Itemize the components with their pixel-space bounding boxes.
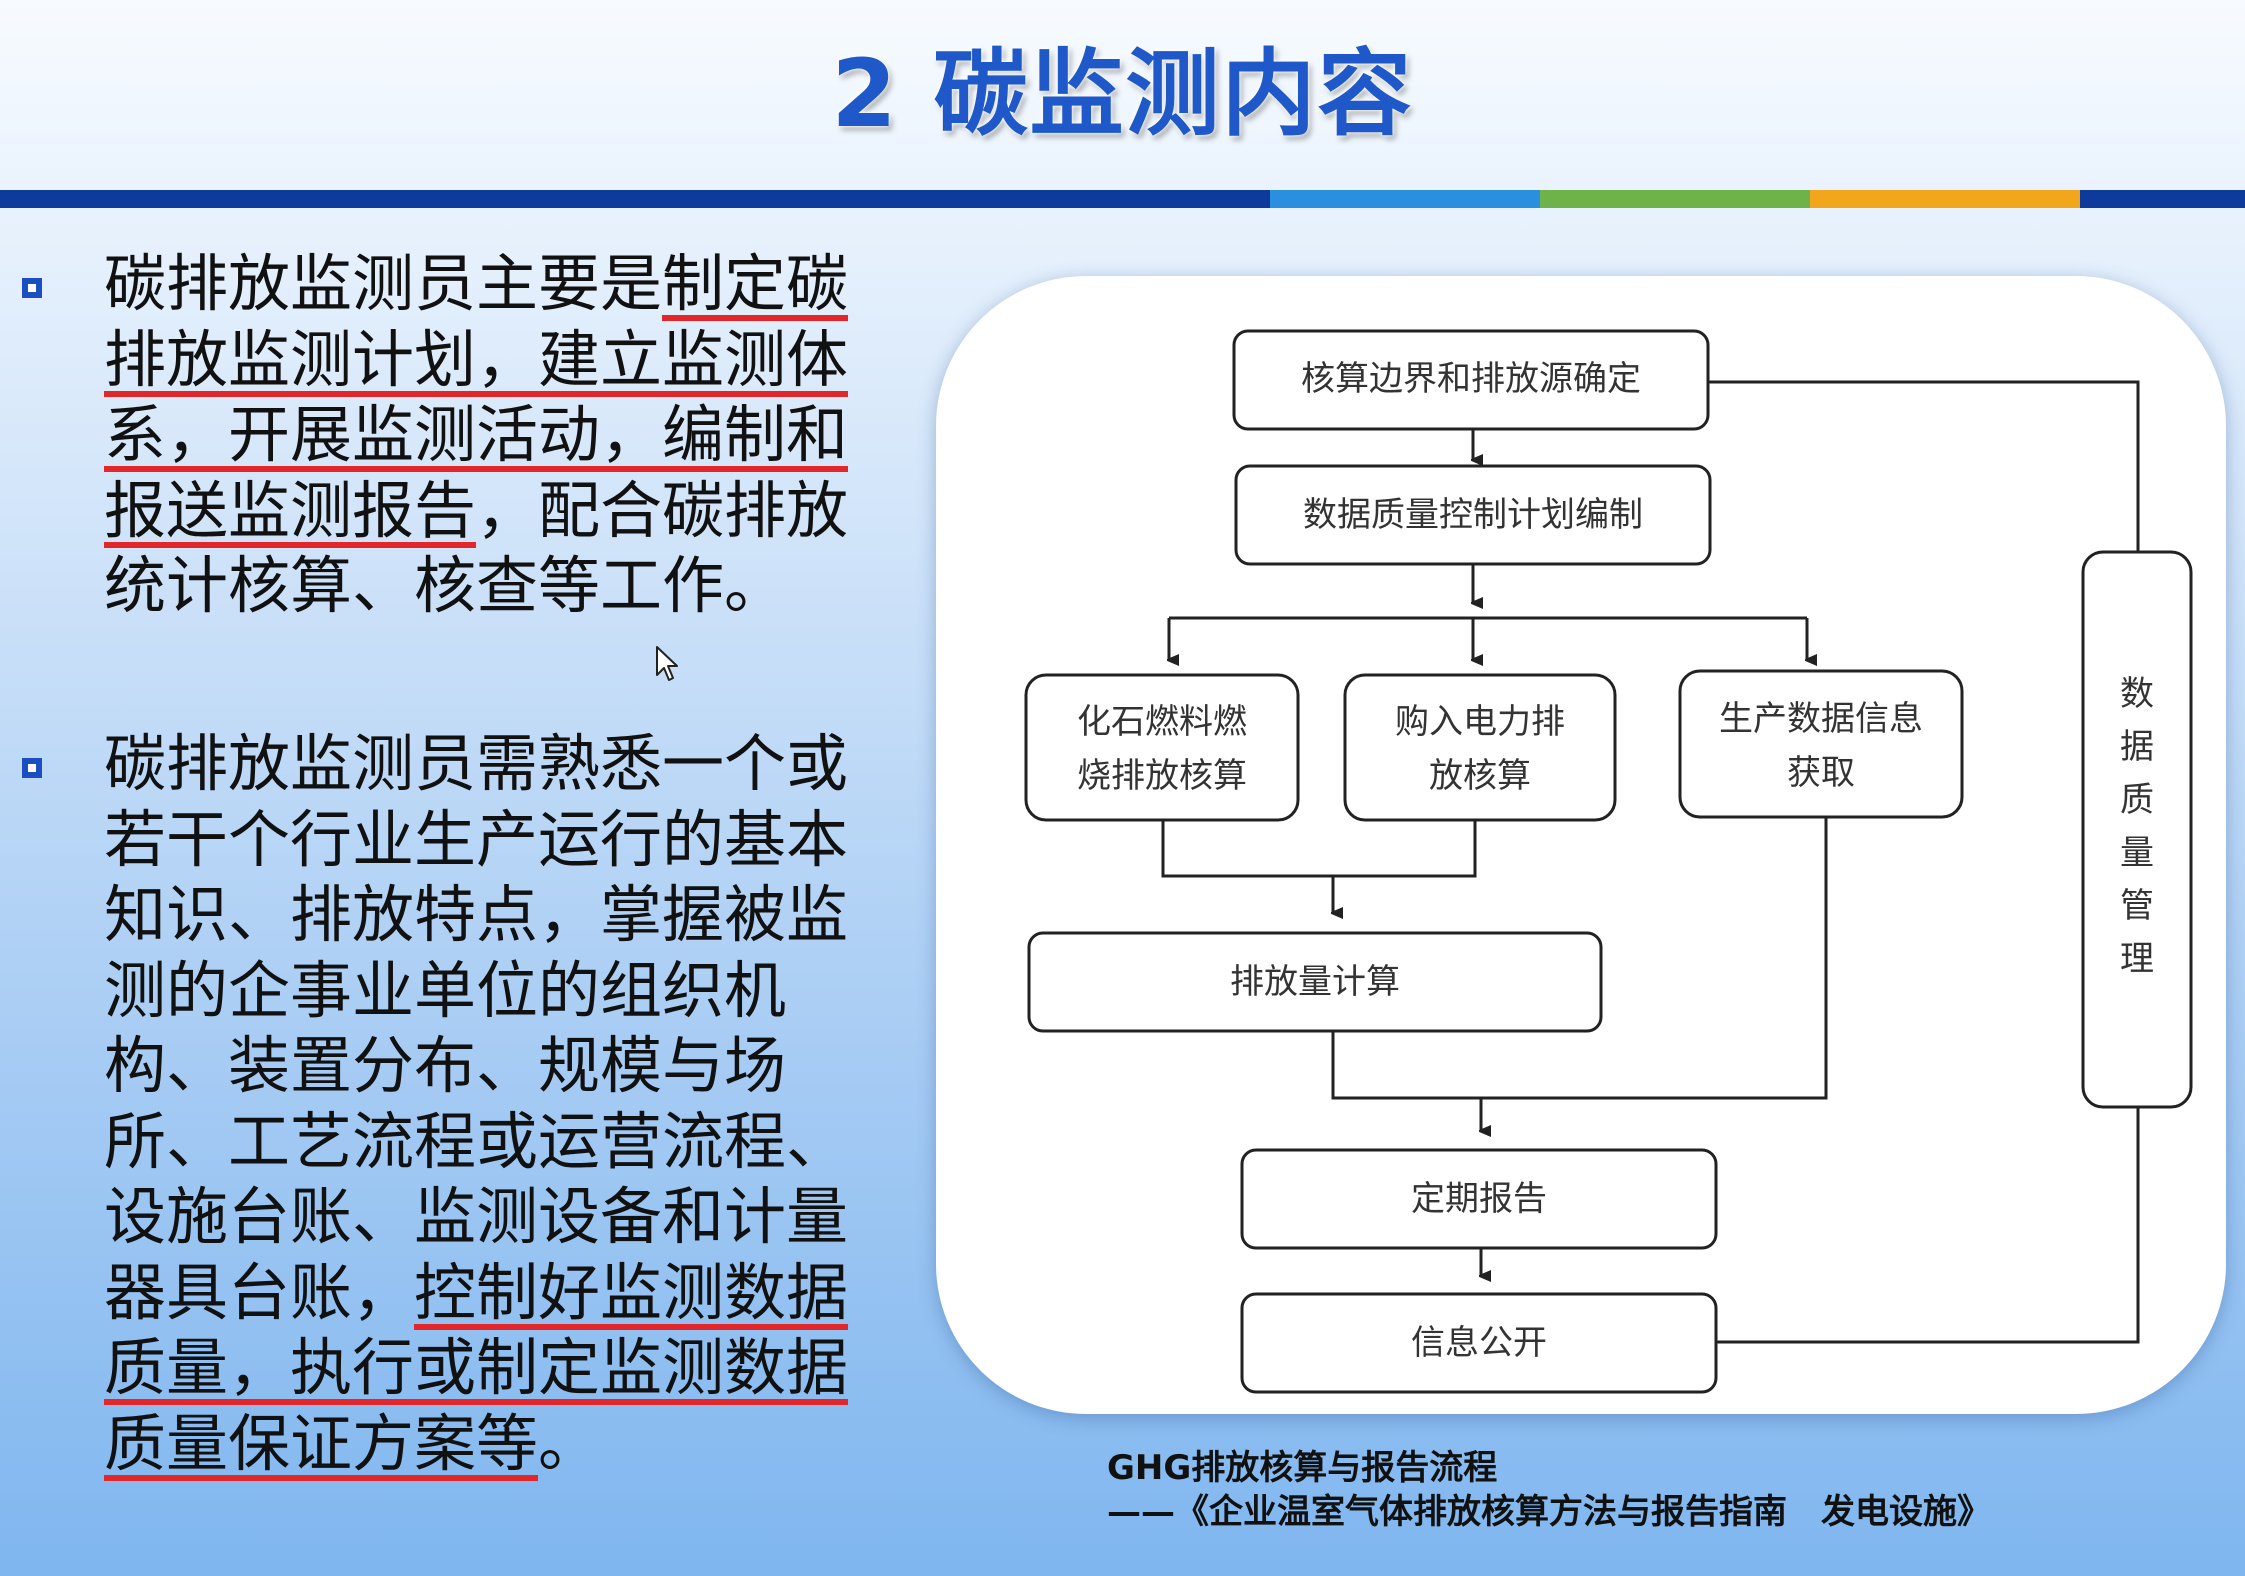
box-fossil: [1024, 673, 1300, 822]
label-quality-2: 据: [2120, 727, 2154, 767]
bullet-1-text: 碳排放监测员主要是制定碳排放监测计划，建立监测体系，开展监测活动，编制和报送监测…: [104, 246, 864, 624]
accent-stripe-segment: [2080, 190, 2245, 208]
accent-stripe-segment: [1270, 190, 1540, 208]
label-plan: 数据质量控制计划编制: [1303, 495, 1643, 535]
slide-title: 2 碳监测内容: [831, 40, 1414, 149]
label-production-1: 生产数据信息: [1719, 699, 1923, 739]
label-boundary: 核算边界和排放源确定: [1301, 359, 1641, 399]
bullet-text-segment: 碳排放监测员主要是: [104, 247, 663, 320]
label-fossil-1: 化石燃料燃: [1077, 702, 1247, 742]
bullet-text-segment: 。: [538, 1406, 601, 1480]
label-power-1: 购入电力排: [1395, 702, 1565, 742]
flowchart-card: 核算边界和排放源确定 数据质量控制计划编制 化石燃料燃 烧排放核算 购入电力排 …: [936, 276, 2226, 1414]
loop-line-bottom: [1714, 1107, 2140, 1344]
label-periodic-report: 定期报告: [1411, 1179, 1547, 1219]
label-disclosure: 信息公开: [1411, 1323, 1547, 1363]
box-production: [1678, 669, 1964, 819]
label-emission-calc: 排放量计算: [1230, 962, 1400, 1002]
bullet-text-segment: 碳排放监测员需熟悉一个或若干个行业生产运行的基本知识、排放特点，掌握被监测的企事…: [104, 727, 849, 1329]
bullet-2-text: 碳排放监测员需熟悉一个或若干个行业生产运行的基本知识、排放特点，掌握被监测的企事…: [104, 726, 864, 1481]
label-quality-6: 理: [2120, 939, 2154, 979]
accent-stripe-segment: [0, 190, 1270, 208]
label-power-2: 放核算: [1429, 756, 1531, 796]
flowchart: 核算边界和排放源确定 数据质量控制计划编制 化石燃料燃 烧排放核算 购入电力排 …: [1024, 329, 2193, 1394]
caption-source: ——《企业温室气体排放核算方法与报告指南 发电设施》: [1107, 1492, 1991, 1532]
box-power: [1343, 673, 1617, 822]
accent-stripe-segment: [1810, 190, 2080, 208]
caption-title: GHG排放核算与报告流程: [1107, 1448, 1498, 1488]
mouse-cursor-icon: [656, 646, 678, 681]
label-quality-1: 数: [2120, 674, 2154, 714]
merge-line: [1161, 819, 1477, 878]
bullet-square-icon: [22, 278, 42, 298]
label-quality-4: 量: [2120, 833, 2154, 873]
label-fossil-2: 烧排放核算: [1077, 756, 1247, 796]
accent-stripe-segment: [1540, 190, 1810, 208]
box-quality-mgmt: [2081, 550, 2193, 1109]
label-quality-3: 质: [2120, 780, 2154, 820]
loop-line-top: [1709, 380, 2140, 552]
label-quality-5: 管: [2120, 886, 2154, 926]
label-production-2: 获取: [1787, 753, 1855, 793]
bullet-square-icon: [22, 758, 42, 778]
